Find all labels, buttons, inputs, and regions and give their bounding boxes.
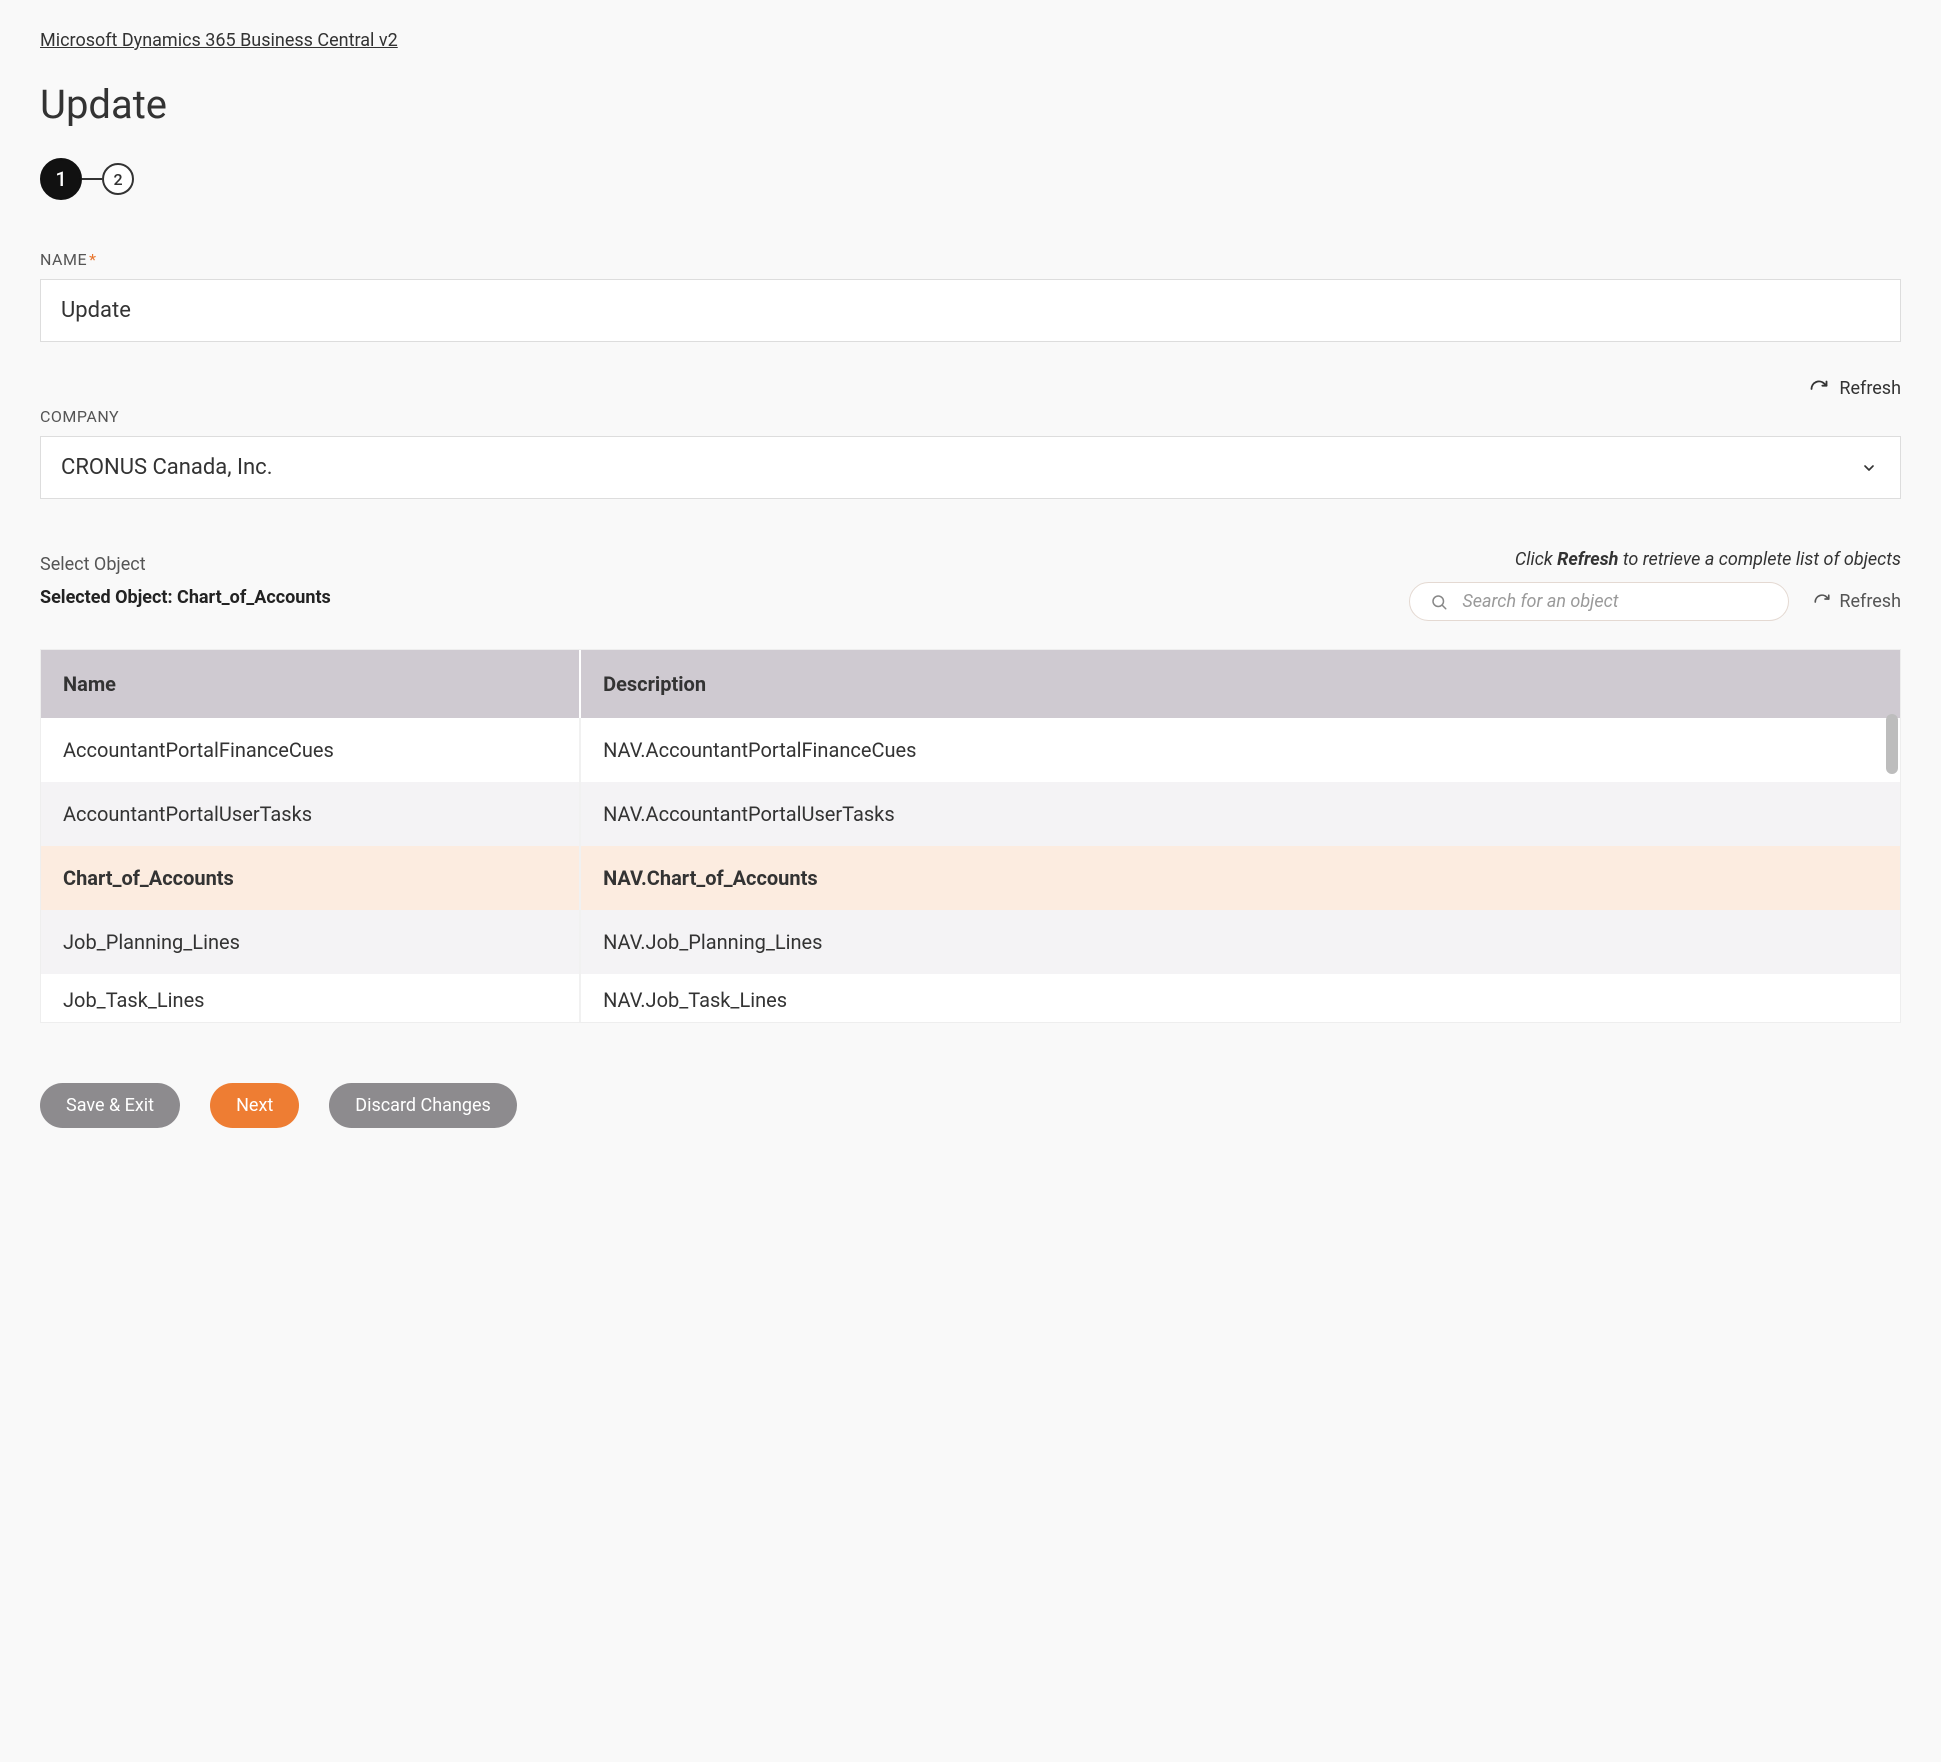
scrollbar-track	[1886, 714, 1898, 1020]
object-table-wrap: Name Description AccountantPortalFinance…	[40, 649, 1901, 1023]
company-select[interactable]: CRONUS Canada, Inc.	[40, 436, 1901, 499]
col-description-header[interactable]: Description	[580, 650, 1900, 718]
discard-button[interactable]: Discard Changes	[329, 1083, 517, 1128]
required-star-icon: *	[89, 250, 96, 269]
company-field-group: COMPANY CRONUS Canada, Inc.	[40, 407, 1901, 499]
refresh-company-label: Refresh	[1839, 378, 1901, 399]
cell-description: NAV.AccountantPortalFinanceCues	[580, 718, 1900, 782]
breadcrumb-link[interactable]: Microsoft Dynamics 365 Business Central …	[40, 30, 398, 51]
table-row[interactable]: Job_Planning_LinesNAV.Job_Planning_Lines	[41, 910, 1900, 974]
cell-name: Chart_of_Accounts	[41, 846, 580, 910]
table-row[interactable]: Job_Task_LinesNAV.Job_Task_Lines	[41, 974, 1900, 1022]
cell-description: NAV.Chart_of_Accounts	[580, 846, 1900, 910]
search-box	[1409, 582, 1789, 621]
next-button[interactable]: Next	[210, 1083, 299, 1128]
step-connector	[82, 178, 102, 180]
cell-name: Job_Planning_Lines	[41, 910, 580, 974]
name-field-group: NAME*	[40, 250, 1901, 342]
refresh-hint: Click Refresh to retrieve a complete lis…	[1515, 549, 1901, 570]
object-table: Name Description AccountantPortalFinance…	[41, 650, 1900, 1022]
cell-description: NAV.Job_Task_Lines	[580, 974, 1900, 1022]
cell-description: NAV.Job_Planning_Lines	[580, 910, 1900, 974]
scrollbar-thumb[interactable]	[1886, 714, 1898, 774]
search-icon	[1430, 593, 1448, 611]
col-name-header[interactable]: Name	[41, 650, 580, 718]
step-indicator: 1 2	[40, 158, 1901, 200]
step-1[interactable]: 1	[40, 158, 82, 200]
name-input[interactable]	[40, 279, 1901, 342]
save-exit-button[interactable]: Save & Exit	[40, 1083, 180, 1128]
refresh-icon	[1809, 379, 1829, 399]
action-buttons: Save & Exit Next Discard Changes	[40, 1083, 1901, 1128]
selected-object: Selected Object: Chart_of_Accounts	[40, 587, 1409, 608]
table-row[interactable]: AccountantPortalUserTasksNAV.AccountantP…	[41, 782, 1900, 846]
step-2[interactable]: 2	[102, 163, 134, 195]
cell-description: NAV.AccountantPortalUserTasks	[580, 782, 1900, 846]
refresh-icon	[1813, 593, 1831, 611]
name-label: NAME*	[40, 250, 1901, 269]
refresh-objects-label: Refresh	[1839, 591, 1901, 612]
table-row[interactable]: Chart_of_AccountsNAV.Chart_of_Accounts	[41, 846, 1900, 910]
table-row[interactable]: AccountantPortalFinanceCuesNAV.Accountan…	[41, 718, 1900, 782]
cell-name: Job_Task_Lines	[41, 974, 580, 1022]
breadcrumb: Microsoft Dynamics 365 Business Central …	[40, 30, 1901, 51]
cell-name: AccountantPortalUserTasks	[41, 782, 580, 846]
page-title: Update	[40, 81, 1901, 128]
refresh-objects-button[interactable]: Refresh	[1813, 591, 1901, 612]
refresh-company-button[interactable]: Refresh	[1809, 378, 1901, 399]
select-object-label: Select Object	[40, 554, 1409, 575]
search-input[interactable]	[1462, 591, 1768, 612]
cell-name: AccountantPortalFinanceCues	[41, 718, 580, 782]
company-label: COMPANY	[40, 407, 1901, 426]
